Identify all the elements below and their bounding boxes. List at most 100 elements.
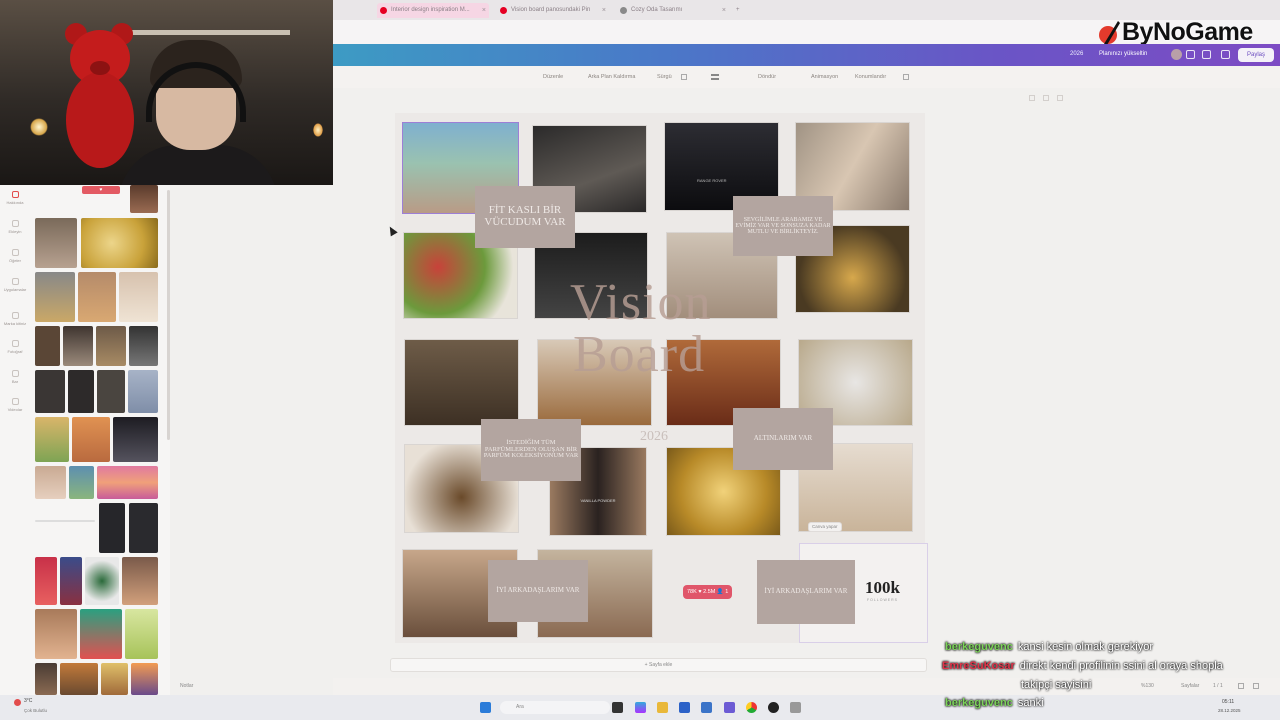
slider-button[interactable]: Sürgü (657, 74, 672, 80)
pencil-icon[interactable] (681, 74, 687, 80)
image-thumbnail[interactable] (128, 370, 158, 413)
image-thumbnail[interactable] (131, 663, 158, 695)
paint-icon[interactable] (903, 74, 909, 80)
store-icon[interactable] (679, 702, 690, 713)
browser-tab-3[interactable]: Cozy Oda Tasarımı × (617, 3, 729, 18)
image-thumbnail[interactable] (35, 326, 60, 366)
lines-icon[interactable] (711, 74, 719, 80)
label-love[interactable]: SEVGİLİMLE ARABAMIZ VE EVİMİZ VAR VE SON… (733, 196, 833, 256)
lock-icon[interactable] (1029, 95, 1035, 101)
add-icon[interactable] (1186, 50, 1195, 59)
add-page-button[interactable]: + Sayfa ekle (390, 658, 927, 672)
element-context-toolbar[interactable]: Canva yapar (808, 522, 842, 532)
image-thumbnail[interactable] (129, 503, 158, 553)
label-perfume-collection[interactable]: İSTEDİĞİM TÜM PARFÜMLERDEN OLUŞAN BİR PA… (481, 419, 581, 481)
rail-item-apps[interactable]: Uygulamalar (0, 278, 30, 292)
label-gold[interactable]: ALTINLARIM VAR (733, 408, 833, 470)
zoom-level[interactable]: %130 (1141, 683, 1154, 689)
comment-icon[interactable] (1221, 50, 1230, 59)
image-thumbnail[interactable] (81, 218, 158, 268)
rail-item-bar[interactable]: Bar (0, 370, 30, 384)
discord-icon[interactable] (724, 702, 735, 713)
copilot-icon[interactable] (635, 702, 646, 713)
clock-time[interactable]: 05:11 (1222, 699, 1234, 705)
image-thumbnail[interactable] (35, 218, 77, 268)
panel-scrollbar[interactable] (167, 190, 170, 440)
pages-button[interactable]: Sayfalar (1181, 683, 1199, 689)
new-tab-button[interactable]: + (733, 3, 747, 18)
image-thumbnail[interactable] (119, 272, 158, 322)
edit-button[interactable]: Düzenle (543, 74, 563, 80)
share-button[interactable]: Paylaş (1238, 48, 1274, 62)
add-page-icon[interactable] (1057, 95, 1063, 101)
image-thumbnail[interactable] (69, 466, 94, 499)
image-thumbnail[interactable] (35, 466, 66, 499)
image-thumbnail[interactable] (99, 503, 125, 553)
photo-gun-case[interactable] (405, 340, 518, 425)
chart-icon[interactable] (1202, 50, 1211, 59)
image-thumbnail[interactable] (122, 557, 158, 605)
weather-temp[interactable]: 3°C (24, 698, 32, 704)
chrome-icon[interactable] (746, 702, 757, 713)
image-thumbnail[interactable] (96, 326, 126, 366)
notes-button[interactable]: Notlar (180, 683, 193, 689)
image-thumbnail[interactable] (68, 370, 94, 413)
image-thumbnail[interactable] (35, 663, 57, 695)
rail-item-about[interactable]: Hakkında (0, 191, 30, 205)
animation-button[interactable]: Animasyon (811, 74, 838, 80)
upgrade-plan-link[interactable]: Planınızı yükseltin (1099, 51, 1147, 57)
image-thumbnail[interactable] (35, 609, 77, 659)
image-thumbnail[interactable] (35, 417, 69, 462)
image-thumbnail[interactable] (125, 609, 158, 659)
rail-item-videos[interactable]: Videolar (0, 398, 30, 412)
settings-icon[interactable] (790, 702, 801, 713)
image-thumbnail[interactable] (63, 326, 93, 366)
weather-text[interactable]: Çok Bulutlu (24, 708, 47, 713)
image-thumbnail[interactable] (72, 417, 110, 462)
label-friends-2[interactable]: İYİ ARKADAŞLARIM VAR (757, 560, 855, 624)
image-thumbnail[interactable] (78, 272, 116, 322)
image-thumbnail[interactable] (60, 663, 98, 695)
image-thumbnail[interactable] (35, 557, 57, 605)
image-thumbnail[interactable] (97, 370, 125, 413)
image-thumbnail[interactable] (129, 326, 158, 366)
rail-item-photos[interactable]: Fotoğraf (0, 340, 30, 354)
close-icon[interactable]: × (602, 3, 606, 18)
browser-tab-2[interactable]: Vision board panosundaki Pin × (497, 3, 609, 18)
image-thumbnail[interactable] (35, 370, 65, 413)
image-thumbnail[interactable] (35, 272, 75, 322)
image-thumbnail[interactable] (60, 557, 82, 605)
label-fit-body[interactable]: FİT KASLI BİR VÜCUDUM VAR (475, 186, 575, 248)
vision-board-title-line1[interactable]: Vision (570, 273, 712, 332)
image-thumbnail[interactable] (85, 557, 119, 605)
rotate-button[interactable]: Döndür (758, 74, 776, 80)
vision-board-title-line2[interactable]: Board (573, 325, 705, 384)
image-thumbnail[interactable] (101, 663, 128, 695)
label-friends-1[interactable]: İYİ ARKADAŞLARIM VAR (488, 560, 588, 622)
terminal-icon[interactable] (612, 702, 623, 713)
obs-icon[interactable] (768, 702, 779, 713)
position-button[interactable]: Konumlandır (855, 74, 886, 80)
design-canvas[interactable]: RANGE ROVER VANILLA POWDER FİT KASLI BİR… (395, 113, 927, 643)
document-title[interactable]: 2026 (1070, 51, 1083, 57)
image-thumbnail[interactable] (113, 417, 158, 462)
image-thumbnail[interactable] (80, 609, 122, 659)
rail-item-elements[interactable]: Öğeler (0, 249, 30, 263)
close-icon[interactable]: × (482, 3, 486, 18)
followers-count[interactable]: 100k (865, 578, 900, 598)
instagram-stats-badge[interactable]: 78K ♥ 2.5M 👤 1 (683, 585, 733, 599)
windows-start-icon[interactable] (480, 702, 491, 713)
file-explorer-icon[interactable] (657, 702, 668, 713)
rail-item-brand[interactable]: Marka kitiniz (0, 312, 30, 326)
fullscreen-icon[interactable] (1253, 683, 1259, 689)
vision-board-year[interactable]: 2026 (640, 429, 668, 445)
rail-item-add[interactable]: Ekleyin (0, 220, 30, 234)
grid-view-icon[interactable] (1238, 683, 1244, 689)
mail-icon[interactable] (701, 702, 712, 713)
close-icon[interactable]: × (722, 3, 726, 18)
remove-background-button[interactable]: Arka Plan Kaldırma (588, 74, 635, 80)
image-thumbnail[interactable] (130, 185, 158, 213)
image-thumbnail[interactable] (97, 466, 158, 499)
taskbar-search[interactable]: Ara (500, 701, 610, 714)
browser-tab-1[interactable]: Interior design inspiration M... × (377, 3, 489, 18)
